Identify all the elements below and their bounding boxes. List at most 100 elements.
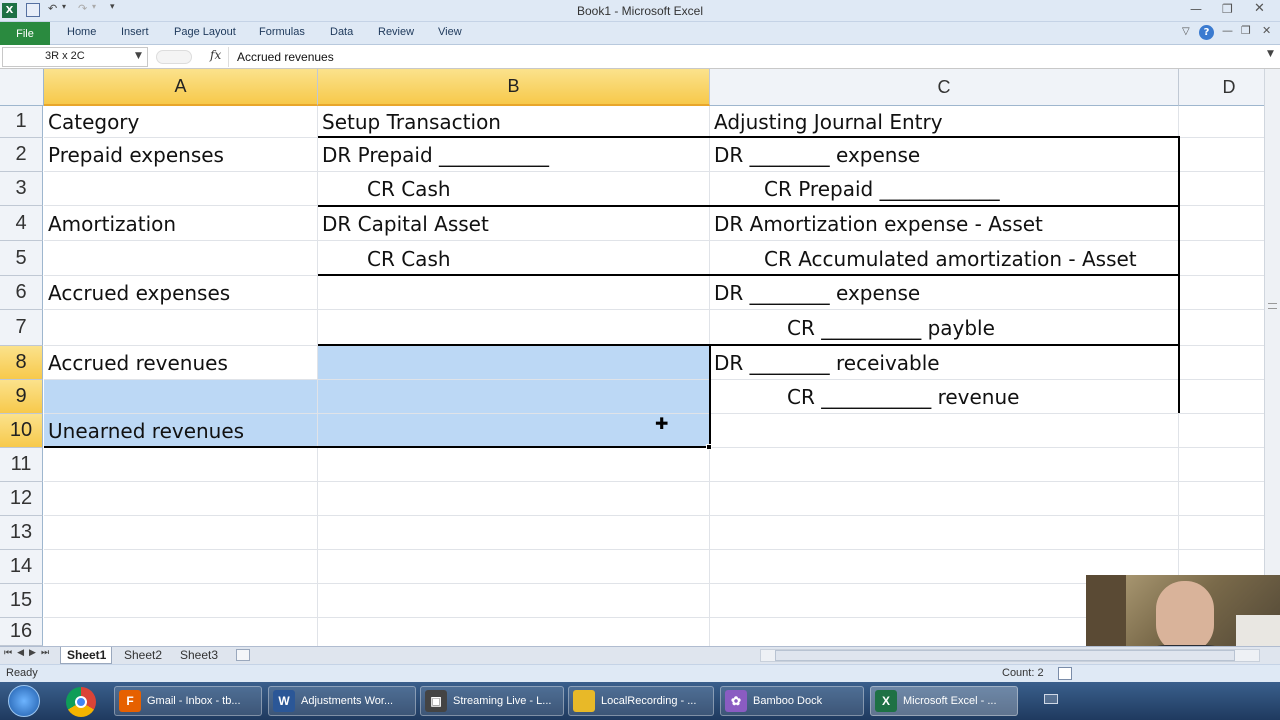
sheet-tab-sheet3[interactable]: Sheet3 (180, 648, 218, 662)
taskbar-item-bamboo[interactable]: ✿ Bamboo Dock (720, 686, 864, 716)
worksheet-grid[interactable]: A B C D 1 2 3 4 5 6 7 8 9 10 11 12 13 14… (0, 69, 1280, 646)
window-title: Book1 - Microsoft Excel (576, 4, 704, 18)
tab-home[interactable]: Home (67, 26, 96, 38)
formula-expand-icon[interactable]: ▼ (1267, 49, 1274, 59)
cell-c1[interactable]: Adjusting Journal Entry (714, 106, 943, 137)
row-header-1[interactable]: 1 (0, 106, 43, 138)
row-header-14[interactable]: 14 (0, 550, 43, 584)
close-icon[interactable]: ✕ (1254, 1, 1265, 16)
tab-view[interactable]: View (438, 26, 462, 38)
row-header-2[interactable]: 2 (0, 138, 43, 172)
minimize-icon[interactable]: — (1190, 2, 1202, 16)
help-icon[interactable]: ? (1199, 25, 1214, 40)
status-count: Count: 2 (1002, 667, 1044, 679)
folder-icon (573, 690, 595, 712)
cell-c9[interactable]: CR ___________ revenue (787, 380, 1019, 414)
column-header-b[interactable]: B (318, 69, 710, 106)
taskbar-item-gmail[interactable]: F Gmail - Inbox - tb... (114, 686, 262, 716)
cell-c8[interactable]: DR ________ receivable (714, 346, 940, 380)
start-button-icon[interactable] (8, 685, 40, 717)
formula-input-value: Accrued revenues (237, 50, 334, 64)
insert-sheet-icon[interactable] (236, 649, 250, 661)
horizontal-scrollbar[interactable] (760, 649, 1260, 662)
row-header-7[interactable]: 7 (0, 310, 43, 346)
tray-keyboard-icon[interactable] (1044, 694, 1058, 704)
row-header-9[interactable]: 9 (0, 380, 43, 414)
horizontal-scroll-thumb[interactable] (775, 650, 1235, 661)
formula-bar-resize-handle[interactable] (156, 50, 192, 64)
cell-a2[interactable]: Prepaid expenses (48, 138, 224, 172)
tab-file[interactable]: File (0, 22, 50, 45)
workbook-restore-icon[interactable]: ❐ (1241, 24, 1251, 37)
tab-review[interactable]: Review (378, 26, 414, 38)
column-header-a[interactable]: A (44, 69, 318, 106)
sheet-tab-bar: ⏮◀▶⏭ Sheet1 Sheet2 Sheet3 (0, 646, 1280, 664)
cell-c4[interactable]: DR Amortization expense - Asset (714, 206, 1043, 241)
cell-c7[interactable]: CR __________ payble (787, 310, 995, 346)
selection-b8 (318, 346, 710, 379)
gridline (44, 481, 1280, 482)
taskbar-item-excel[interactable]: X Microsoft Excel - ... (870, 686, 1018, 716)
row-header-6[interactable]: 6 (0, 276, 43, 310)
taskbar: F Gmail - Inbox - tb... W Adjustments Wor.… (0, 682, 1280, 720)
row-header-11[interactable]: 11 (0, 448, 43, 482)
column-header-c[interactable]: C (710, 69, 1179, 106)
gridline (44, 379, 1280, 380)
name-box-dropdown-icon[interactable]: ▼ (135, 51, 142, 61)
row-header-13[interactable]: 13 (0, 516, 43, 550)
cell-b4[interactable]: DR Capital Asset (322, 206, 489, 241)
tab-formulas[interactable]: Formulas (259, 26, 305, 38)
row-header-16[interactable]: 16 (0, 618, 43, 646)
fill-handle[interactable] (706, 444, 712, 450)
vertical-scrollbar[interactable] (1264, 69, 1280, 646)
cell-c6[interactable]: DR ________ expense (714, 276, 920, 310)
gridline (317, 106, 318, 646)
chrome-icon[interactable] (66, 687, 96, 717)
ribbon-collapse-icon[interactable]: ▽ (1182, 26, 1190, 37)
row-header-4[interactable]: 4 (0, 206, 43, 241)
cell-b5[interactable]: CR Cash (367, 241, 451, 276)
cell-a6[interactable]: Accrued expenses (48, 276, 230, 310)
row-header-3[interactable]: 3 (0, 172, 43, 206)
tab-insert[interactable]: Insert (121, 26, 149, 38)
cell-c2[interactable]: DR ________ expense (714, 138, 920, 172)
insert-function-icon[interactable]: fx (210, 48, 221, 62)
tab-data[interactable]: Data (330, 26, 353, 38)
cell-b1[interactable]: Setup Transaction (322, 106, 501, 137)
cell-b3[interactable]: CR Cash (367, 172, 451, 206)
taskbar-item-word[interactable]: W Adjustments Wor... (268, 686, 416, 716)
cell-a1[interactable]: Category (48, 106, 139, 137)
taskbar-item-label: Bamboo Dock (753, 695, 823, 707)
sheet-tab-sheet1[interactable]: Sheet1 (60, 647, 112, 664)
sheet-tab-label: Sheet1 (67, 648, 107, 662)
cell-a10[interactable]: Unearned revenues (48, 414, 244, 448)
row-header-10[interactable]: 10 (0, 414, 43, 448)
bamboo-icon: ✿ (725, 690, 747, 712)
row-header-12[interactable]: 12 (0, 482, 43, 516)
sheet-nav-arrows-icon[interactable]: ⏮◀▶⏭ (4, 648, 54, 658)
cell-b2[interactable]: DR Prepaid ___________ (322, 138, 549, 172)
scroll-grip-icon (1268, 303, 1277, 309)
workbook-close-icon[interactable]: ✕ (1262, 24, 1271, 37)
cell-a4[interactable]: Amortization (48, 206, 176, 241)
person-head-shape (1156, 581, 1214, 653)
restore-icon[interactable]: ❐ (1222, 2, 1233, 16)
normal-view-icon[interactable] (1058, 667, 1072, 680)
cell-a8[interactable]: Accrued revenues (48, 346, 228, 380)
name-box[interactable]: 3R x 2C ▼ (2, 47, 148, 67)
taskbar-item-localrecording[interactable]: LocalRecording - ... (568, 686, 714, 716)
excel-icon: X (875, 690, 897, 712)
row-header-5[interactable]: 5 (0, 241, 43, 276)
row-header-15[interactable]: 15 (0, 584, 43, 618)
select-all-corner[interactable] (0, 69, 44, 106)
cell-c3[interactable]: CR Prepaid ____________ (764, 172, 1000, 206)
formula-input[interactable]: Accrued revenues (228, 47, 1266, 67)
tab-page-layout[interactable]: Page Layout (174, 26, 236, 38)
taskbar-item-label: LocalRecording - ... (601, 695, 697, 707)
workbook-minimize-icon[interactable]: — (1222, 24, 1233, 37)
sheet-tab-sheet2[interactable]: Sheet2 (124, 648, 162, 662)
formula-bar: 3R x 2C ▼ fx Accrued revenues ▼ (0, 45, 1280, 69)
taskbar-item-streaming[interactable]: ▣ Streaming Live - L... (420, 686, 564, 716)
row-header-8[interactable]: 8 (0, 346, 43, 380)
cell-c5[interactable]: CR Accumulated amortization - Asset (764, 241, 1137, 276)
